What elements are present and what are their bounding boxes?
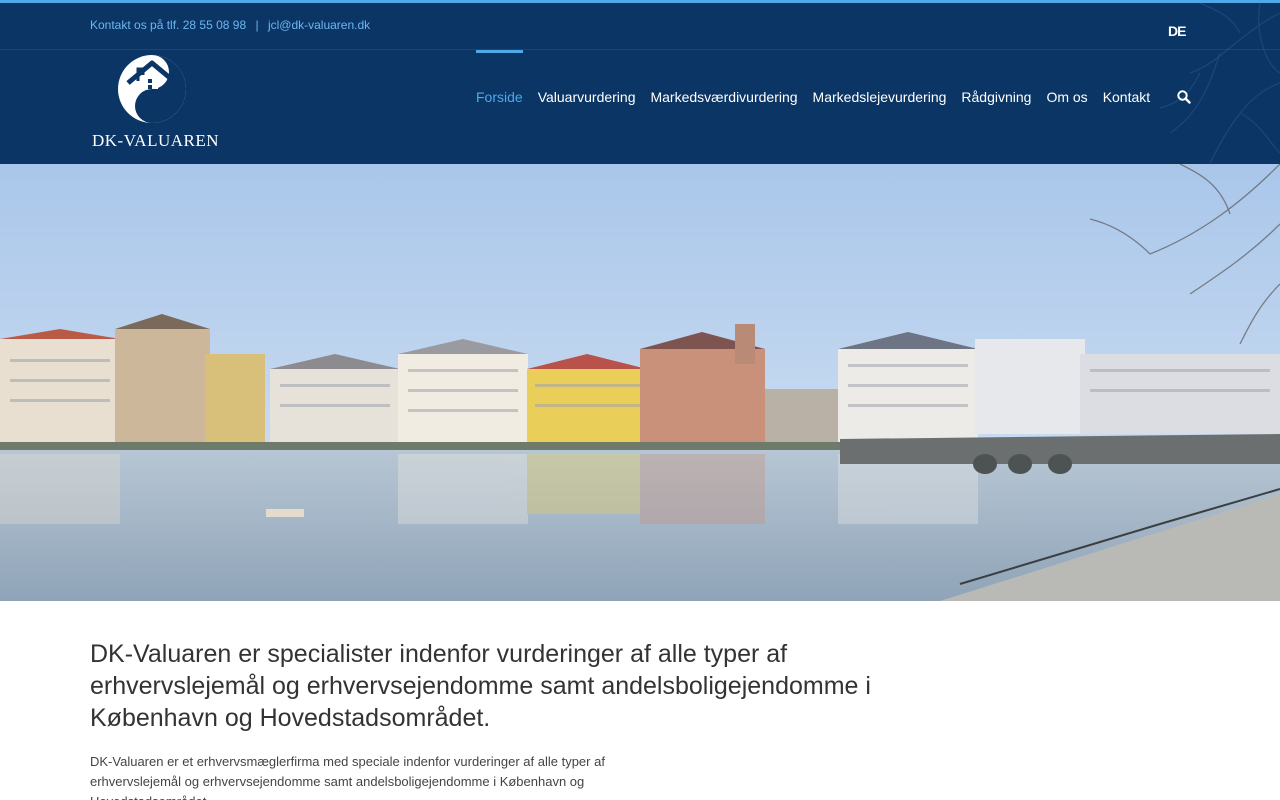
nav-item-om-os[interactable]: Om os xyxy=(1039,50,1095,144)
page-headline: DK-Valuaren er specialister indenfor vur… xyxy=(90,640,871,732)
contact-separator: | xyxy=(255,18,259,32)
contact-info: Kontakt os på tlf. 28 55 08 98 | jcl@dk-… xyxy=(90,18,370,32)
nav-item-raadgivning[interactable]: Rådgivning xyxy=(954,50,1039,144)
copenhagen-lakes-photo xyxy=(0,164,1280,601)
contact-phone[interactable]: Kontakt os på tlf. 28 55 08 98 xyxy=(90,18,246,32)
intro-paragraph: DK-Valuaren er et erhvervsmæglerfirma me… xyxy=(90,754,605,800)
main-nav: Forside Valuarvurdering Markedsværdivurd… xyxy=(476,50,1158,144)
nav-item-forside[interactable]: Forside xyxy=(476,50,530,144)
logo-wordmark[interactable]: DK-VALUAREN xyxy=(92,131,219,151)
nav-item-valuarvurdering[interactable]: Valuarvurdering xyxy=(530,50,643,144)
contact-email-link[interactable]: jcl@dk-valuaren.dk xyxy=(268,18,370,32)
nav-item-markedslejevurdering[interactable]: Markedslejevurdering xyxy=(805,50,954,144)
hero-banner xyxy=(0,164,1280,601)
site-header: Kontakt os på tlf. 28 55 08 98 | jcl@dk-… xyxy=(0,0,1280,164)
nav-item-kontakt[interactable]: Kontakt xyxy=(1095,50,1157,144)
language-switch-de[interactable]: DE xyxy=(1168,23,1190,39)
search-icon[interactable] xyxy=(1177,90,1191,104)
main-content: DK-Valuaren er specialister indenfor vur… xyxy=(90,638,910,800)
top-bar: Kontakt os på tlf. 28 55 08 98 | jcl@dk-… xyxy=(0,3,1280,50)
nav-item-markedsvaerdivurdering[interactable]: Markedsværdivurdering xyxy=(643,50,805,144)
